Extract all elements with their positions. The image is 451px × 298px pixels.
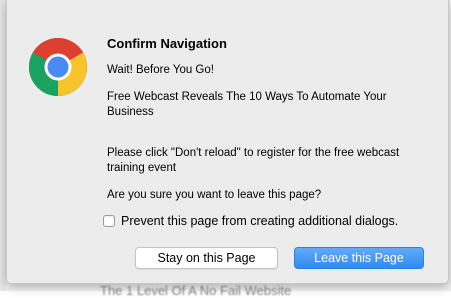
dialog-message-line1: Wait! Before You Go! (107, 64, 214, 76)
confirm-navigation-dialog: Confirm Navigation Wait! Before You Go! … (6, 0, 449, 284)
prevent-dialogs-checkbox[interactable] (103, 215, 115, 227)
prevent-dialogs-option[interactable]: Prevent this page from creating addition… (103, 214, 398, 228)
prevent-dialogs-label[interactable]: Prevent this page from creating addition… (121, 214, 398, 228)
dialog-title: Confirm Navigation (107, 36, 227, 51)
stay-on-page-button[interactable]: Stay on this Page (135, 247, 278, 269)
leave-page-button[interactable]: Leave this Page (294, 247, 424, 269)
dialog-message-line3: Please click "Don't reload" to register … (107, 147, 400, 174)
dialog-content: Confirm Navigation Wait! Before You Go! … (107, 36, 437, 201)
chrome-logo-icon (29, 38, 87, 96)
dialog-question: Are you sure you want to leave this page… (107, 189, 322, 201)
dialog-message-line2: Free Webcast Reveals The 10 Ways To Auto… (107, 91, 387, 118)
